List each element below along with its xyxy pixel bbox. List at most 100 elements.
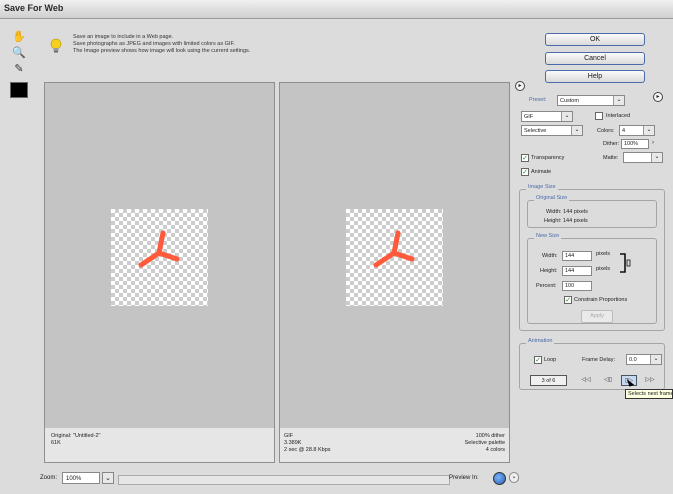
transparency-checkbox[interactable]: ✓ — [521, 154, 529, 162]
new-width-field[interactable]: 144 — [562, 251, 592, 261]
ok-button[interactable]: OK — [545, 33, 645, 46]
title-bar: Save For Web — [0, 0, 673, 19]
status-track — [118, 475, 450, 485]
optimized-download-time: 2 sec @ 28.8 Kbps — [284, 447, 331, 453]
zoom-bar: Zoom: 100% ⌄ Preview In: ⌄ — [40, 472, 520, 488]
animate-label: Animate — [531, 169, 552, 175]
interlaced-label: Interlaced — [606, 113, 631, 119]
hand-icon[interactable]: ✋ — [12, 30, 26, 44]
image-shape — [138, 230, 180, 268]
original-size-title: Original Size — [534, 195, 570, 201]
chevron-down-icon: ⌄ — [643, 126, 654, 135]
previous-frame-icon[interactable]: ◁▯ — [600, 375, 616, 386]
transparency-label: Transparency — [531, 155, 565, 161]
frame-delay-value: 0.0 — [629, 357, 637, 363]
hint-line: The Image preview shows how image will l… — [73, 48, 251, 54]
optimized-format: GIF — [284, 433, 294, 439]
optimized-info-left: GIF 3.389K 2 sec @ 28.8 Kbps — [284, 433, 331, 454]
image-size-group: Image Size Original Size Width: 144 pixe… — [519, 184, 665, 331]
preset-label: Preset: — [529, 97, 547, 103]
percent-label: Percent: — [536, 283, 557, 289]
optimized-image — [346, 209, 443, 306]
colors-select[interactable]: 4 ⌄ — [619, 125, 655, 136]
colors-value: 4 — [622, 128, 626, 134]
percent-field[interactable]: 100 — [562, 281, 592, 291]
palette-select[interactable]: Selective ⌄ — [521, 125, 583, 136]
interlaced-checkbox[interactable] — [595, 112, 603, 120]
eyedropper-icon[interactable]: ✎ — [12, 62, 26, 76]
chevron-down-icon[interactable]: ⌄ — [509, 472, 519, 483]
original-image — [111, 209, 208, 306]
dither-field[interactable]: 100% — [621, 139, 649, 149]
animation-title: Animation — [526, 338, 555, 344]
chevron-down-icon[interactable]: ⌄ — [102, 472, 114, 484]
matte-select[interactable]: ⌄ — [623, 152, 663, 163]
preview-in-label: Preview In: — [449, 475, 479, 481]
format-value: GIF — [524, 114, 534, 120]
hint-line: Save an image to include in a Web page. — [73, 34, 174, 40]
frame-delay-label: Frame Delay: — [582, 357, 616, 363]
optimized-palette: Selective palette — [464, 440, 505, 446]
image-shape — [373, 230, 415, 268]
new-size-title: New Size — [534, 233, 562, 239]
palette-value: Selective — [524, 128, 547, 134]
loop-label: Loop — [544, 357, 557, 363]
next-frame-tooltip: Selects next frame — [625, 389, 673, 399]
zoom-icon[interactable]: 🔍 — [12, 46, 26, 60]
new-height-field[interactable]: 144 — [562, 266, 592, 276]
new-height-label: Height: — [540, 268, 558, 274]
animation-group: Animation ✓ Loop Frame Delay: 0.0 ⌄ 3 of… — [519, 338, 665, 390]
cancel-button[interactable]: Cancel — [545, 52, 645, 65]
save-for-web-window: Save For Web ✋ 🔍 ✎ Save an image to incl… — [0, 0, 673, 494]
original-info-text: Original: "Untitled-2" 61K — [51, 433, 100, 447]
hint-line: Save photographs as JPEG and images with… — [73, 41, 235, 47]
original-size: 61K — [51, 440, 61, 446]
original-height-text: Height: 144 pixels — [544, 218, 588, 224]
hint-panel: Save an image to include in a Web page. … — [45, 30, 525, 70]
chevron-down-icon: ⌄ — [650, 355, 661, 364]
animate-checkbox[interactable]: ✓ — [521, 168, 529, 176]
optimize-settings: Preset: Custom ⌄ ▸ GIF ⌄ Interlaced Sele… — [517, 88, 665, 183]
chevron-down-icon: ⌄ — [561, 112, 572, 121]
optimized-colors: 4 colors — [485, 447, 505, 453]
optimized-preview-pane — [279, 82, 510, 429]
chevron-down-icon: ⌄ — [651, 153, 662, 162]
last-frame-icon[interactable]: ▷▷ — [642, 375, 658, 386]
settings-menu-icon[interactable]: ▸ — [653, 92, 663, 102]
window-title: Save For Web — [4, 3, 64, 13]
original-name: Original: "Untitled-2" — [51, 433, 101, 439]
format-select[interactable]: GIF ⌄ — [521, 111, 573, 122]
lightbulb-icon — [50, 38, 62, 53]
apply-button[interactable]: Apply — [581, 310, 613, 323]
constrain-proportions-label: Constrain Proportions — [574, 297, 628, 303]
browser-icon[interactable] — [493, 472, 506, 485]
constrain-proportions-checkbox[interactable]: ✓ — [564, 296, 572, 304]
chevron-down-icon: ⌄ — [571, 126, 582, 135]
zoom-label: Zoom: — [40, 475, 58, 481]
hint-text: Save an image to include in a Web page. … — [73, 34, 250, 55]
optimized-info-bar: GIF 3.389K 2 sec @ 28.8 Kbps 100% dither… — [279, 428, 510, 463]
first-frame-icon[interactable]: ◁◁ — [578, 375, 594, 386]
width-units-label: pixels — [596, 251, 611, 257]
help-button[interactable]: Help — [545, 70, 645, 83]
preset-select[interactable]: Custom ⌄ — [557, 95, 625, 106]
height-units-label: pixels — [596, 266, 611, 272]
color-swatch[interactable] — [10, 82, 28, 98]
original-size-group: Original Size Width: 144 pixels Height: … — [527, 195, 657, 228]
dither-label: Dither: — [603, 141, 620, 147]
dither-arrow-icon[interactable]: › — [652, 140, 654, 146]
original-preview-pane — [44, 82, 275, 429]
zoom-select[interactable]: 100% — [62, 472, 100, 484]
original-width-text: Width: 144 pixels — [546, 209, 588, 215]
link-icon — [620, 253, 631, 273]
frame-delay-select[interactable]: 0.0 ⌄ — [626, 354, 662, 365]
optimized-size: 3.389K — [284, 440, 302, 446]
original-info-bar: Original: "Untitled-2" 61K — [44, 428, 275, 463]
preset-value: Custom — [560, 98, 579, 104]
matte-label: Matte: — [603, 155, 619, 161]
colors-label: Colors: — [597, 128, 615, 134]
frame-counter: 3 of 6 — [530, 375, 567, 386]
loop-checkbox[interactable]: ✓ — [534, 356, 542, 364]
new-width-label: Width: — [542, 253, 558, 259]
image-size-title: Image Size — [526, 184, 558, 190]
